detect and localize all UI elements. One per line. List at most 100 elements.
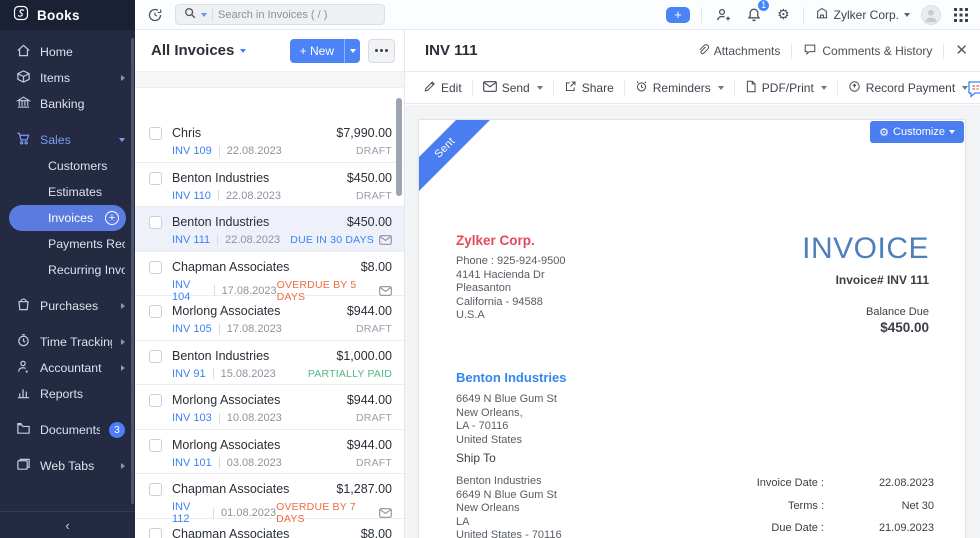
sidebar-item-purchases[interactable]: Purchases — [0, 293, 135, 319]
list-more-button[interactable] — [368, 38, 395, 63]
invoice-number-link[interactable]: INV 112 — [172, 501, 206, 525]
new-invoice-caret[interactable] — [344, 38, 360, 63]
close-icon[interactable]: ✕ — [955, 43, 968, 58]
invoice-number-link[interactable]: INV 109 — [172, 145, 212, 157]
invoice-amount: $7,990.00 — [336, 126, 392, 140]
sidebar-item-invoices[interactable]: Invoices + — [9, 205, 126, 231]
invoice-number-link[interactable]: INV 111 — [172, 234, 210, 246]
invoice-date: 22.08.2023 — [226, 145, 282, 157]
row-checkbox[interactable] — [149, 260, 162, 274]
invoice-date: 03.08.2023 — [226, 456, 282, 469]
gear-icon: ⚙ — [879, 126, 890, 139]
invoice-date: 17.08.2023 — [221, 284, 277, 297]
share-button[interactable]: Share — [554, 72, 624, 103]
customer-name: Chapman Associates — [172, 526, 290, 538]
apps-grid-icon[interactable] — [952, 6, 970, 24]
reminders-button[interactable]: Reminders — [625, 72, 734, 103]
edit-button[interactable]: Edit — [413, 72, 472, 103]
row-checkbox[interactable] — [149, 527, 162, 538]
invoice-detail-panel: INV 111 Attachments Comments & History ✕… — [405, 30, 980, 538]
invoice-list-item[interactable]: Chapman Associates $1,287.00 INV 112 01.… — [135, 474, 404, 525]
sidebar-item-reports[interactable]: Reports — [0, 381, 135, 407]
status-badge: DRAFT — [356, 145, 392, 157]
attachments-button[interactable]: Attachments — [696, 43, 780, 59]
sidebar-item-documents[interactable]: Documents 3 — [0, 417, 135, 443]
row-checkbox[interactable] — [149, 394, 162, 407]
collapse-chevron-icon: ‹ — [65, 517, 70, 533]
sidebar-item-items[interactable]: Items — [0, 65, 135, 91]
header-divider — [791, 42, 793, 59]
send-button[interactable]: Send — [473, 72, 553, 103]
invoice-list-item[interactable]: Chris $7,990.00 INV 109 22.08.2023 DRAFT — [135, 118, 404, 163]
row-divider — [217, 234, 219, 246]
customize-button[interactable]: ⚙ Customize — [870, 121, 964, 143]
invoice-number-link[interactable]: INV 104 — [172, 279, 207, 303]
sidebar-item-web-tabs[interactable]: Web Tabs — [0, 453, 135, 479]
invoice-amount: $1,000.00 — [336, 348, 392, 363]
invoice-list-item[interactable]: Morlong Associates $944.00 INV 101 03.08… — [135, 429, 404, 474]
row-checkbox[interactable] — [149, 171, 162, 185]
list-title-dropdown[interactable]: All Invoices — [151, 42, 247, 59]
sidebar-item-banking[interactable]: Banking — [0, 91, 135, 117]
invite-user-icon[interactable] — [713, 5, 733, 25]
invoice-number-link[interactable]: INV 103 — [172, 412, 212, 424]
notifications-bell[interactable]: 1 — [744, 0, 771, 25]
home-icon — [16, 43, 31, 61]
sidebar-item-estimates[interactable]: Estimates — [0, 179, 135, 205]
sidebar-item-sales[interactable]: Sales — [0, 127, 135, 153]
invoice-list-item[interactable]: Morlong Associates $944.00 INV 105 17.08… — [135, 296, 404, 341]
invoice-number-link[interactable]: INV 110 — [172, 190, 211, 202]
brand-logo[interactable]: Books — [0, 0, 135, 30]
sidebar-item-recurring-invoices[interactable]: Recurring Invoices — [0, 257, 135, 283]
chevron-down-icon — [949, 130, 955, 134]
invoice-number-link[interactable]: INV 101 — [172, 457, 212, 469]
chevron-right-icon — [121, 463, 125, 469]
chevron-right-icon — [121, 75, 125, 81]
chevron-down-icon — [717, 85, 724, 90]
add-invoice-icon[interactable]: + — [105, 211, 119, 225]
row-checkbox[interactable] — [149, 438, 162, 452]
search-scope-caret-icon[interactable] — [201, 12, 207, 17]
invoice-date: 15.08.2023 — [220, 367, 276, 380]
ship-to-block: Ship To Benton Industries 6649 N Blue Gu… — [456, 451, 562, 538]
envelope-icon — [379, 235, 392, 245]
invoice-amount: $450.00 — [346, 215, 392, 229]
search-icon — [184, 6, 196, 24]
user-avatar[interactable] — [921, 4, 941, 25]
invoice-list-item[interactable]: Benton Industries $450.00 INV 111 22.08.… — [135, 207, 404, 252]
sidebar-item-customers[interactable]: Customers — [0, 153, 135, 179]
invoice-meta: Invoice Date : 22.08.2023 Terms : Net 30… — [634, 477, 934, 538]
row-checkbox[interactable] — [149, 127, 162, 140]
invoice-amount: $944.00 — [346, 304, 392, 318]
quick-create-button[interactable]: + — [666, 6, 691, 23]
sidebar-item-home[interactable]: Home — [0, 39, 135, 65]
invoice-list-item[interactable]: Chapman Associates $8.00 INV 104 17.08.2… — [135, 251, 404, 303]
feedback-chat-icon[interactable] — [967, 80, 980, 101]
sidebar-item-time-tracking[interactable]: Time Tracking — [0, 329, 135, 355]
sidebar-collapse-button[interactable]: ‹ — [0, 511, 135, 538]
invoice-list-item[interactable]: Benton Industries $1,000.00 INV 91 15.08… — [135, 340, 404, 385]
recent-history-icon[interactable] — [145, 5, 165, 25]
invoice-list-item[interactable]: Morlong Associates $944.00 INV 103 10.08… — [135, 385, 404, 430]
row-checkbox[interactable] — [149, 349, 162, 363]
comments-history-button[interactable]: Comments & History — [803, 43, 932, 59]
row-checkbox[interactable] — [149, 305, 162, 318]
status-badge: DRAFT — [356, 456, 392, 469]
invoice-list-item[interactable]: Benton Industries $450.00 INV 110 22.08.… — [135, 162, 404, 207]
sidebar-item-accountant[interactable]: Accountant — [0, 355, 135, 381]
row-checkbox[interactable] — [149, 216, 162, 229]
list-scrollbar[interactable] — [396, 98, 402, 196]
new-invoice-button[interactable]: + New — [289, 38, 344, 63]
document-icon — [745, 80, 757, 96]
search-input[interactable]: Search in Invoices ( / ) — [175, 4, 385, 25]
pdf-print-button[interactable]: PDF/Print — [735, 72, 837, 103]
record-payment-button[interactable]: Record Payment — [838, 72, 978, 103]
row-checkbox[interactable] — [149, 483, 162, 496]
settings-gear-icon[interactable]: ⚙ — [775, 4, 792, 25]
sidebar-scrollbar[interactable] — [131, 38, 134, 504]
sidebar-item-payments-received[interactable]: Payments Received — [0, 231, 135, 257]
invoice-number-link[interactable]: INV 105 — [172, 323, 212, 335]
customer-link[interactable]: Benton Industries — [456, 370, 567, 385]
org-switcher[interactable]: Zylker Corp. — [815, 6, 910, 23]
invoice-number-link[interactable]: INV 91 — [172, 368, 206, 380]
